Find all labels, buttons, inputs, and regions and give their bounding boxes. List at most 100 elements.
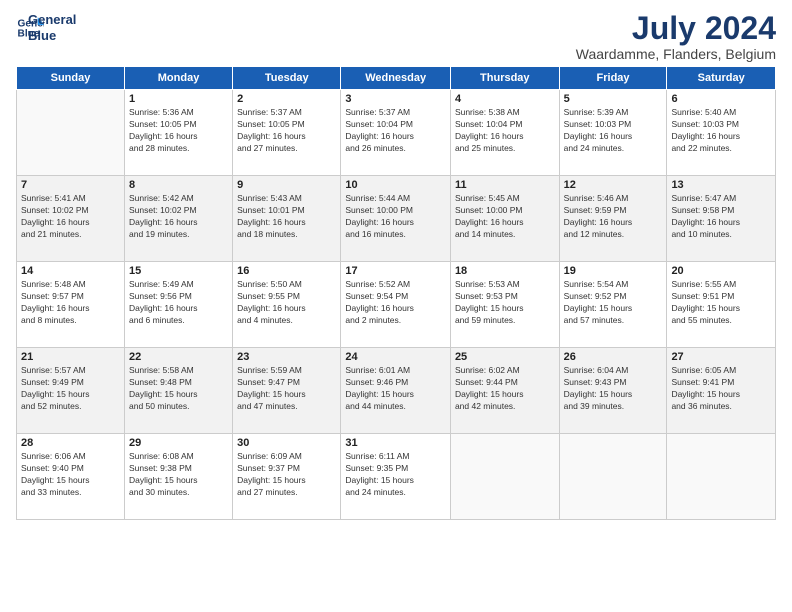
table-row: 28Sunrise: 6:06 AMSunset: 9:40 PMDayligh… [17, 434, 125, 520]
col-tuesday: Tuesday [233, 67, 341, 90]
day-info: Sunrise: 5:54 AMSunset: 9:52 PMDaylight:… [564, 279, 663, 327]
title-area: July 2024 Waardamme, Flanders, Belgium [576, 12, 776, 62]
table-row: 13 Sunrise: 5:47 AMSunset: 9:58 PMDayligh… [667, 176, 776, 262]
day-number: 24 [345, 351, 446, 363]
table-row [559, 434, 667, 520]
day-info: Sunrise: 5:37 AMSunset: 10:04 PMDaylight… [345, 107, 446, 155]
table-row: 4 Sunrise: 5:38 AMSunset: 10:04 PMDayligh… [450, 90, 559, 176]
day-number: 7 [21, 179, 120, 191]
day-number: 26 [564, 351, 663, 363]
day-info: Sunrise: 6:05 AMSunset: 9:41 PMDaylight:… [671, 365, 771, 413]
day-number: 27 [671, 351, 771, 363]
table-row: 23 Sunrise: 5:59 AMSunset: 9:47 PMDayligh… [233, 348, 341, 434]
header: General Blue General Blue July 2024 Waar… [16, 12, 776, 62]
day-number: 2 [237, 93, 336, 105]
col-sunday: Sunday [17, 67, 125, 90]
day-number: 12 [564, 179, 663, 191]
day-info: Sunrise: 5:53 AMSunset: 9:53 PMDaylight:… [455, 279, 555, 327]
day-info: Sunrise: 5:48 AMSunset: 9:57 PMDaylight:… [21, 279, 120, 327]
day-info: Sunrise: 5:36 AMSunset: 10:05 PMDaylight… [129, 107, 228, 155]
day-number: 20 [671, 265, 771, 277]
day-number: 3 [345, 93, 446, 105]
day-info: Sunrise: 5:46 AMSunset: 9:59 PMDaylight:… [564, 193, 663, 241]
table-row: 24 Sunrise: 6:01 AMSunset: 9:46 PMDayligh… [341, 348, 451, 434]
day-info: Sunrise: 5:47 AMSunset: 9:58 PMDaylight:… [671, 193, 771, 241]
logo-blue: Blue [28, 28, 76, 44]
day-info: Sunrise: 5:52 AMSunset: 9:54 PMDaylight:… [345, 279, 446, 327]
table-row: 14Sunrise: 5:48 AMSunset: 9:57 PMDayligh… [17, 262, 125, 348]
day-info: Sunrise: 6:09 AMSunset: 9:37 PMDaylight:… [237, 451, 336, 499]
day-info: Sunrise: 5:44 AMSunset: 10:00 PMDaylight… [345, 193, 446, 241]
table-row: 25 Sunrise: 6:02 AMSunset: 9:44 PMDayligh… [450, 348, 559, 434]
day-number: 1 [129, 93, 228, 105]
day-number: 28 [21, 437, 120, 449]
day-number: 21 [21, 351, 120, 363]
day-number: 5 [564, 93, 663, 105]
calendar-week-row: 1 Sunrise: 5:36 AMSunset: 10:05 PMDayligh… [17, 90, 776, 176]
day-number: 6 [671, 93, 771, 105]
day-number: 4 [455, 93, 555, 105]
day-info: Sunrise: 5:37 AMSunset: 10:05 PMDaylight… [237, 107, 336, 155]
day-number: 23 [237, 351, 336, 363]
table-row: 8 Sunrise: 5:42 AMSunset: 10:02 PMDayligh… [124, 176, 232, 262]
table-row: 22 Sunrise: 5:58 AMSunset: 9:48 PMDayligh… [124, 348, 232, 434]
calendar-week-row: 14Sunrise: 5:48 AMSunset: 9:57 PMDayligh… [17, 262, 776, 348]
day-info: Sunrise: 5:50 AMSunset: 9:55 PMDaylight:… [237, 279, 336, 327]
col-thursday: Thursday [450, 67, 559, 90]
day-info: Sunrise: 5:38 AMSunset: 10:04 PMDaylight… [455, 107, 555, 155]
table-row: 7Sunrise: 5:41 AMSunset: 10:02 PMDayligh… [17, 176, 125, 262]
day-number: 19 [564, 265, 663, 277]
day-info: Sunrise: 5:57 AMSunset: 9:49 PMDaylight:… [21, 365, 120, 413]
table-row: 26Sunrise: 6:04 AMSunset: 9:43 PMDayligh… [559, 348, 667, 434]
day-info: Sunrise: 5:42 AMSunset: 10:02 PMDaylight… [129, 193, 228, 241]
table-row [450, 434, 559, 520]
table-row: 6Sunrise: 5:40 AMSunset: 10:03 PMDayligh… [667, 90, 776, 176]
day-number: 9 [237, 179, 336, 191]
table-row: 10Sunrise: 5:44 AMSunset: 10:00 PMDaylig… [341, 176, 451, 262]
table-row: 3 Sunrise: 5:37 AMSunset: 10:04 PMDayligh… [341, 90, 451, 176]
table-row: 19 Sunrise: 5:54 AMSunset: 9:52 PMDayligh… [559, 262, 667, 348]
day-info: Sunrise: 5:49 AMSunset: 9:56 PMDaylight:… [129, 279, 228, 327]
col-friday: Friday [559, 67, 667, 90]
col-saturday: Saturday [667, 67, 776, 90]
day-number: 18 [455, 265, 555, 277]
table-row: 20Sunrise: 5:55 AMSunset: 9:51 PMDayligh… [667, 262, 776, 348]
table-row: 18 Sunrise: 5:53 AMSunset: 9:53 PMDayligh… [450, 262, 559, 348]
day-info: Sunrise: 5:59 AMSunset: 9:47 PMDaylight:… [237, 365, 336, 413]
day-info: Sunrise: 6:01 AMSunset: 9:46 PMDaylight:… [345, 365, 446, 413]
day-number: 25 [455, 351, 555, 363]
table-row: 17Sunrise: 5:52 AMSunset: 9:54 PMDayligh… [341, 262, 451, 348]
table-row: 29Sunrise: 6:08 AMSunset: 9:38 PMDayligh… [124, 434, 232, 520]
col-monday: Monday [124, 67, 232, 90]
month-title: July 2024 [576, 12, 776, 44]
day-number: 15 [129, 265, 228, 277]
table-row: 31 Sunrise: 6:11 AMSunset: 9:35 PMDayligh… [341, 434, 451, 520]
calendar-header-row: Sunday Monday Tuesday Wednesday Thursday… [17, 67, 776, 90]
table-row: 2 Sunrise: 5:37 AMSunset: 10:05 PMDayligh… [233, 90, 341, 176]
calendar-week-row: 21 Sunrise: 5:57 AMSunset: 9:49 PMDayligh… [17, 348, 776, 434]
day-number: 8 [129, 179, 228, 191]
calendar-table: Sunday Monday Tuesday Wednesday Thursday… [16, 66, 776, 520]
day-info: Sunrise: 5:58 AMSunset: 9:48 PMDaylight:… [129, 365, 228, 413]
day-info: Sunrise: 5:43 AMSunset: 10:01 PMDaylight… [237, 193, 336, 241]
day-number: 13 [671, 179, 771, 191]
day-number: 11 [455, 179, 555, 191]
table-row: 9 Sunrise: 5:43 AMSunset: 10:01 PMDayligh… [233, 176, 341, 262]
col-wednesday: Wednesday [341, 67, 451, 90]
day-number: 31 [345, 437, 446, 449]
table-row: 11 Sunrise: 5:45 AMSunset: 10:00 PMDaylig… [450, 176, 559, 262]
logo: General Blue General Blue [16, 12, 76, 43]
day-info: Sunrise: 5:45 AMSunset: 10:00 PMDaylight… [455, 193, 555, 241]
logo-general: General [28, 12, 76, 28]
table-row: 15 Sunrise: 5:49 AMSunset: 9:56 PMDayligh… [124, 262, 232, 348]
day-number: 22 [129, 351, 228, 363]
day-info: Sunrise: 6:02 AMSunset: 9:44 PMDaylight:… [455, 365, 555, 413]
day-info: Sunrise: 6:11 AMSunset: 9:35 PMDaylight:… [345, 451, 446, 499]
table-row: 30 Sunrise: 6:09 AMSunset: 9:37 PMDayligh… [233, 434, 341, 520]
day-info: Sunrise: 5:39 AMSunset: 10:03 PMDaylight… [564, 107, 663, 155]
table-row [17, 90, 125, 176]
table-row: 21 Sunrise: 5:57 AMSunset: 9:49 PMDayligh… [17, 348, 125, 434]
table-row: 27 Sunrise: 6:05 AMSunset: 9:41 PMDayligh… [667, 348, 776, 434]
day-number: 30 [237, 437, 336, 449]
table-row: 5 Sunrise: 5:39 AMSunset: 10:03 PMDayligh… [559, 90, 667, 176]
